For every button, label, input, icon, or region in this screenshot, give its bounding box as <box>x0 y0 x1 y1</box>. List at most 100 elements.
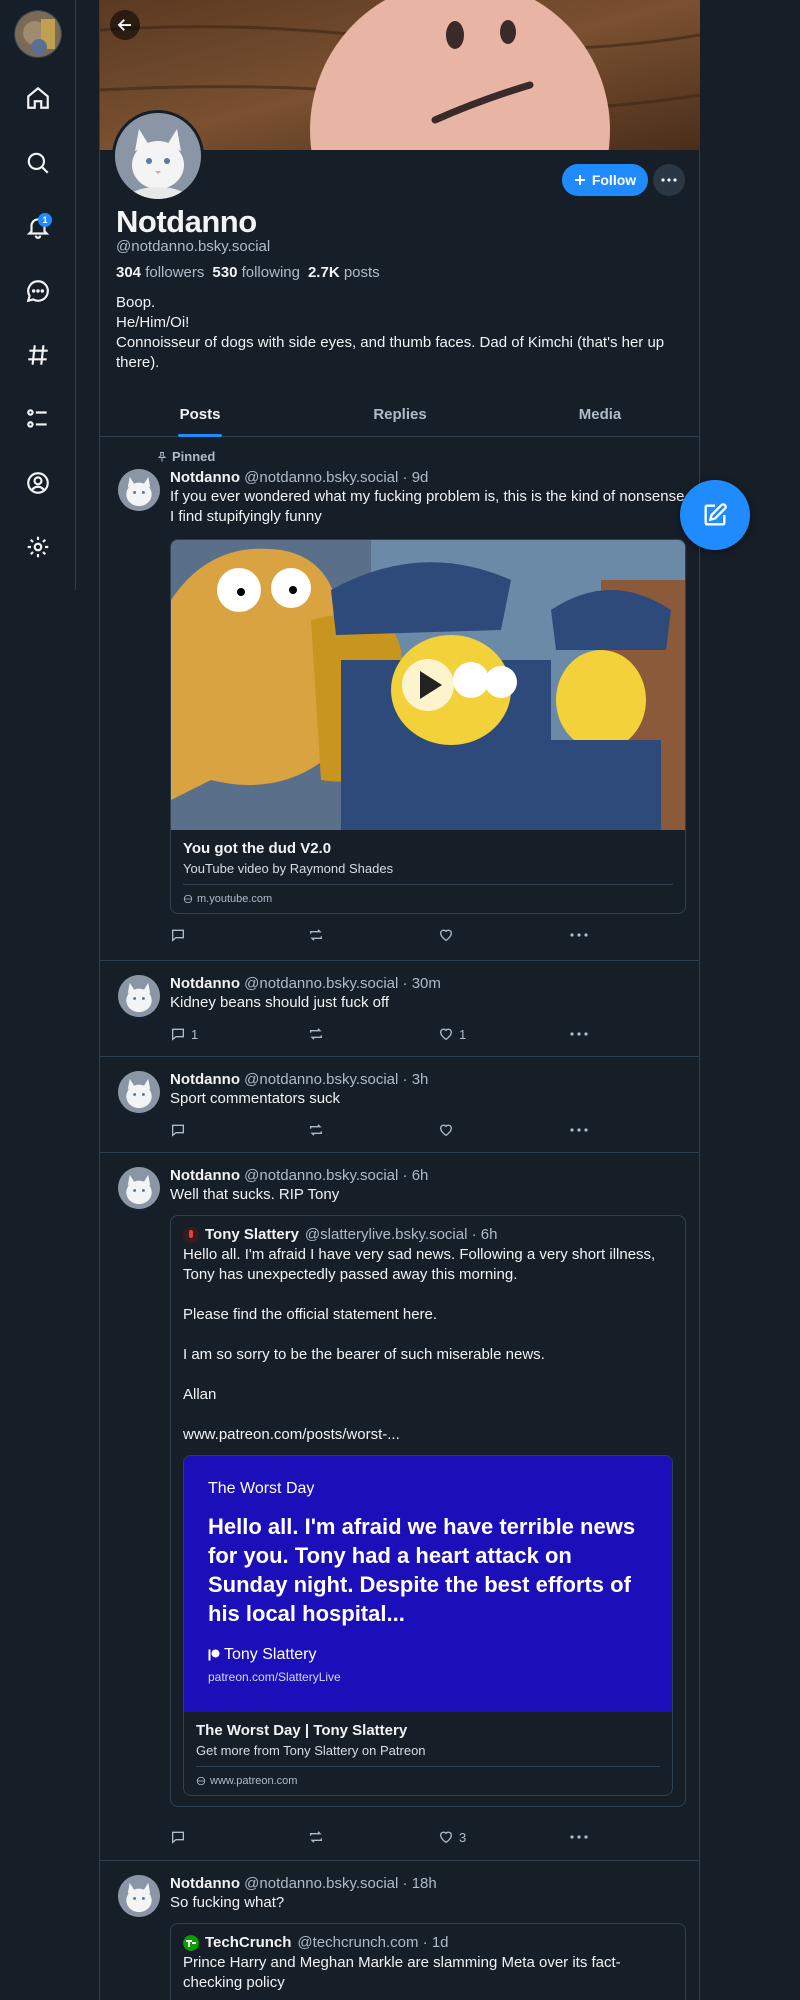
reply-button[interactable]: 1 <box>170 1024 308 1044</box>
post-header: Notdanno @notdanno.bsky.social · 6h <box>170 1167 686 1184</box>
card-headline: Hello all. I'm afraid we have terrible n… <box>208 1514 636 1626</box>
rail-divider <box>75 0 76 590</box>
quoted-post[interactable]: Tony Slattery @slatterylive.bsky.social … <box>170 1215 686 1807</box>
feed-post[interactable]: Notdanno @notdanno.bsky.social · 3h Spor… <box>100 1057 700 1153</box>
video-thumbnail[interactable] <box>171 540 685 830</box>
quoted-post-meta: @slatterylive.bsky.social · 6h <box>304 1226 498 1243</box>
tab-media[interactable]: Media <box>500 392 700 436</box>
ellipsis-icon <box>570 933 588 937</box>
settings-gear-icon[interactable] <box>18 527 58 567</box>
post-author-avatar[interactable] <box>118 1071 160 1113</box>
repost-icon <box>310 1028 322 1040</box>
quoted-post[interactable]: TechCrunch @techcrunch.com · 1d Prince H… <box>170 1923 686 2000</box>
post-meta: @notdanno.bsky.social · 18h <box>244 1875 437 1892</box>
post-more-button[interactable] <box>570 925 588 945</box>
follow-label: Follow <box>591 172 637 188</box>
post-actions <box>170 925 590 945</box>
post-more-button[interactable] <box>570 1120 588 1140</box>
post-author-avatar[interactable] <box>118 975 160 1017</box>
feed-post[interactable]: Notdanno @notdanno.bsky.social · 6h Well… <box>100 1153 700 1861</box>
compose-post-button[interactable] <box>680 480 750 550</box>
post-header: Notdanno @notdanno.bsky.social · 30m <box>170 975 686 992</box>
reply-button[interactable] <box>170 1827 308 1847</box>
like-button[interactable] <box>438 1120 570 1140</box>
repost-button[interactable] <box>308 1120 438 1140</box>
reply-icon <box>172 1028 184 1041</box>
embed-domain: www.patreon.com <box>196 1766 660 1795</box>
profile-stats: 304 followers 530 following 2.7K posts <box>116 264 380 281</box>
link-card-embed[interactable]: You got the dud V2.0 YouTube video by Ra… <box>170 539 686 914</box>
feed-post[interactable]: Notdanno @notdanno.bsky.social · 18h So … <box>100 1861 700 2000</box>
post-actions: 1 1 <box>170 1024 590 1044</box>
repost-button[interactable] <box>308 1024 438 1044</box>
post-meta: @notdanno.bsky.social · 30m <box>244 975 441 992</box>
embed-domain: m.youtube.com <box>183 884 673 913</box>
reply-icon <box>172 929 184 942</box>
notifications-bell-icon[interactable]: 1 <box>18 207 58 247</box>
profile-icon[interactable] <box>18 463 58 503</box>
globe-icon <box>196 1776 206 1786</box>
lists-icon[interactable] <box>18 399 58 439</box>
reply-icon <box>172 1124 184 1137</box>
followers-stat[interactable]: 304 followers <box>116 264 204 281</box>
profile-handle: @notdanno.bsky.social <box>116 238 271 255</box>
post-meta: @notdanno.bsky.social · 9d <box>244 469 429 486</box>
patreon-link-card[interactable]: The Worst Day Hello all. I'm afraid we h… <box>183 1455 673 1796</box>
post-more-button[interactable] <box>570 1827 588 1847</box>
heart-icon <box>439 1028 453 1041</box>
post-actions: 3 <box>170 1827 590 1847</box>
profile-more-options-button[interactable] <box>653 164 685 196</box>
quoted-post-text: Prince Harry and Meghan Markle are slamm… <box>183 1954 621 1991</box>
chat-icon[interactable] <box>18 271 58 311</box>
repost-icon <box>310 1124 322 1136</box>
post-header: Notdanno @notdanno.bsky.social · 18h <box>170 1875 686 1892</box>
post-text: So fucking what? <box>170 1894 285 1911</box>
quoted-author-name: TechCrunch <box>205 1934 292 1951</box>
like-button[interactable]: 1 <box>438 1024 570 1044</box>
post-text: Kidney beans should just fuck off <box>170 994 390 1011</box>
quoted-post-meta: @techcrunch.com · 1d <box>297 1934 449 1951</box>
reply-icon <box>172 1831 184 1844</box>
posts-stat: 2.7K posts <box>307 264 380 281</box>
tab-replies[interactable]: Replies <box>300 392 500 436</box>
post-more-button[interactable] <box>570 1024 588 1044</box>
post-author-name[interactable]: Notdanno <box>170 469 240 486</box>
repost-button[interactable] <box>308 1827 438 1847</box>
hashtag-feeds-icon[interactable] <box>18 335 58 375</box>
post-author-name[interactable]: Notdanno <box>170 1071 240 1088</box>
like-button[interactable]: 3 <box>438 1827 570 1847</box>
follow-button[interactable]: Follow <box>562 164 648 196</box>
reply-button[interactable] <box>170 925 308 945</box>
post-author-avatar[interactable] <box>118 1875 160 1917</box>
post-author-name[interactable]: Notdanno <box>170 975 240 992</box>
post-author-avatar[interactable] <box>118 469 160 511</box>
techcrunch-logo-icon <box>183 1934 199 1951</box>
my-avatar[interactable] <box>14 10 62 58</box>
notification-badge: 1 <box>38 213 52 227</box>
post-actions <box>170 1120 590 1140</box>
repost-button[interactable] <box>308 925 438 945</box>
compose-pencil-icon <box>704 503 727 526</box>
following-stat[interactable]: 530 following <box>212 264 300 281</box>
card-author: Tony Slattery <box>208 1646 316 1664</box>
profile-avatar[interactable] <box>112 110 204 202</box>
feed-post[interactable]: Pinned Notdanno @notdanno.bsky.social · … <box>100 437 700 961</box>
post-header: Notdanno @notdanno.bsky.social · 3h <box>170 1071 686 1088</box>
reply-button[interactable] <box>170 1120 308 1140</box>
like-button[interactable] <box>438 925 570 945</box>
post-author-name[interactable]: Notdanno <box>170 1167 240 1184</box>
ellipsis-icon <box>570 1128 588 1132</box>
tab-posts[interactable]: Posts <box>100 392 300 436</box>
post-text: Sport commentators suck <box>170 1090 341 1107</box>
feed-post[interactable]: Notdanno @notdanno.bsky.social · 30m Kid… <box>100 961 700 1057</box>
post-author-avatar[interactable] <box>118 1167 160 1209</box>
quoted-post-header: TechCrunch @techcrunch.com · 1d <box>183 1934 673 1951</box>
quoted-author-avatar <box>183 1226 199 1243</box>
search-icon[interactable] <box>18 143 58 183</box>
home-icon[interactable] <box>18 78 58 118</box>
post-author-name[interactable]: Notdanno <box>170 1875 240 1892</box>
embed-description: YouTube video by Raymond Shades <box>183 861 394 876</box>
back-button[interactable] <box>110 10 140 40</box>
card-kicker: The Worst Day <box>208 1480 315 1497</box>
ellipsis-icon <box>661 178 677 182</box>
